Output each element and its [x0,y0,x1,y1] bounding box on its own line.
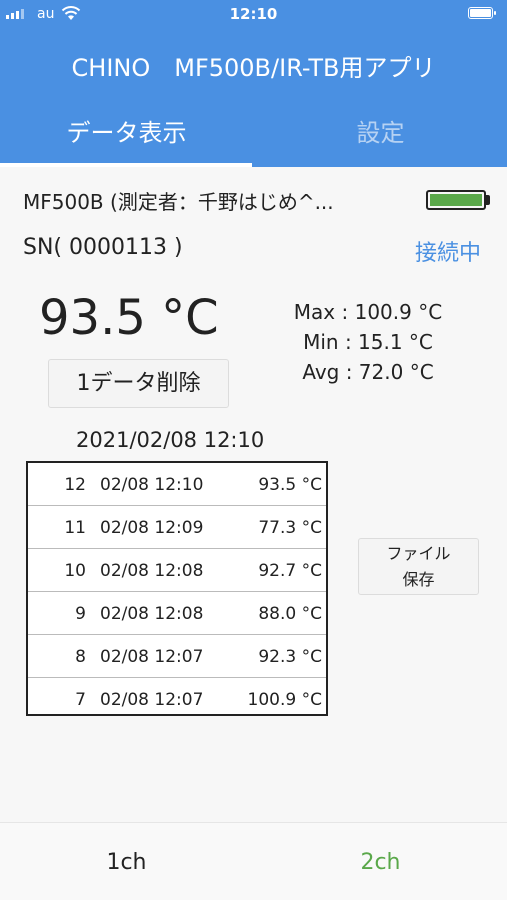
row-value: 100.9 °C [247,690,322,710]
phone-battery-icon [468,7,496,19]
serial-number: SN( 0000113 ) [23,235,183,260]
active-tab-indicator [0,163,252,167]
table-row: 11 02/08 12:09 77.3 °C [28,506,326,549]
row-value: 92.7 °C [258,561,322,581]
app-title: CHINO MF500B/IR-TB用アプリ [71,54,436,82]
row-number: 12 [64,475,86,495]
tab-settings[interactable]: 設定 [254,113,507,148]
row-value: 88.0 °C [258,604,322,624]
row-time: 02/08 12:10 [100,475,204,495]
save-file-button[interactable]: ファイル 保存 [358,538,479,595]
table-row: 9 02/08 12:08 88.0 °C [28,592,326,635]
status-bar: au 12:10 [0,0,507,30]
row-number: 10 [64,561,86,581]
row-number: 8 [75,647,86,667]
tab-2ch[interactable]: 2ch [254,850,507,875]
battery-tip [486,195,490,205]
row-time: 02/08 12:07 [100,690,204,710]
device-name: MF500B (測定者：千野はじめ^... [23,190,334,214]
save-file-label-line1: ファイル [386,544,451,563]
row-value: 77.3 °C [258,518,322,538]
app-header: au 12:10 CHINO MF500B/IR-TB用アプリ データ表示 設定 [0,0,507,167]
row-number: 11 [64,518,86,538]
row-value: 92.3 °C [258,647,322,667]
tab-data-display[interactable]: データ表示 [0,113,253,148]
channel-tab-bar: 1ch 2ch [0,822,507,900]
measurement-log-table[interactable]: 12 02/08 12:10 93.5 °C 11 02/08 12:09 77… [26,461,328,716]
row-value: 93.5 °C [258,475,322,495]
row-time: 02/08 12:09 [100,518,204,538]
row-time: 02/08 12:07 [100,647,204,667]
tab-1ch[interactable]: 1ch [0,850,253,875]
battery-full-icon [426,190,486,210]
status-time: 12:10 [229,5,278,23]
row-time: 02/08 12:08 [100,561,204,581]
current-temperature: 93.5 °C [39,290,219,346]
row-time: 02/08 12:08 [100,604,204,624]
table-row: 10 02/08 12:08 92.7 °C [28,549,326,592]
row-number: 7 [75,690,86,710]
max-temperature: Max : 100.9 °C [293,300,443,324]
table-row: 12 02/08 12:10 93.5 °C [28,463,326,506]
delete-one-data-button[interactable]: 1データ削除 [48,359,229,408]
connection-status: 接続中 [414,241,481,266]
min-temperature: Min : 15.1 °C [303,330,433,354]
table-row: 7 02/08 12:07 100.9 °C [28,678,326,721]
table-row: 8 02/08 12:07 92.3 °C [28,635,326,678]
row-number: 9 [75,604,86,624]
save-file-label-line2: 保存 [402,570,435,589]
avg-temperature: Avg : 72.0 °C [302,360,434,384]
latest-timestamp: 2021/02/08 12:10 [76,428,265,452]
